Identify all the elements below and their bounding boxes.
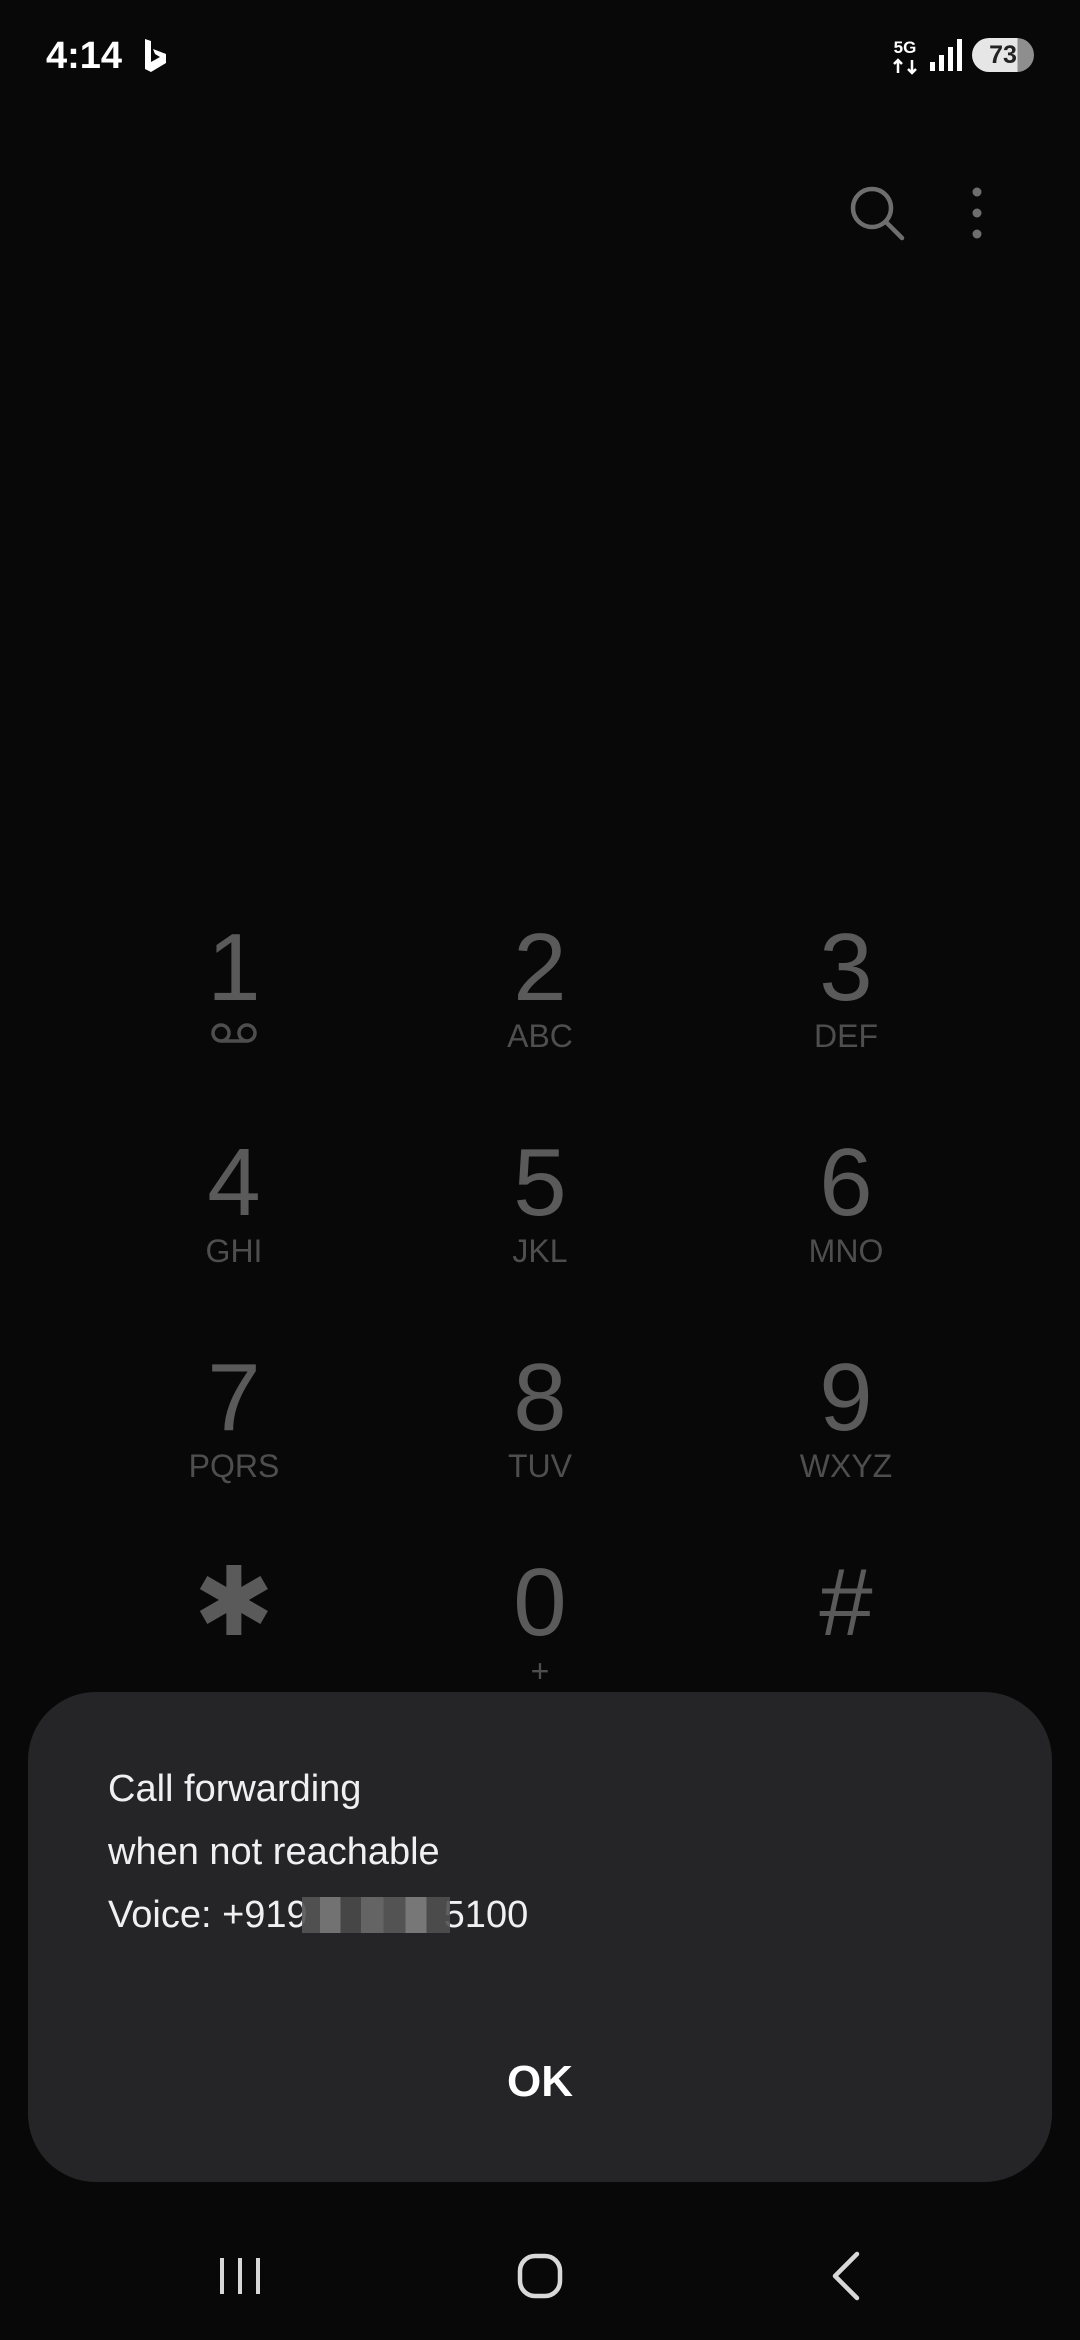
key-digit: 5 [513, 1129, 567, 1236]
key-digit: ✱ [193, 1549, 275, 1656]
signal-icon [930, 39, 962, 71]
key-letters: ABC [507, 1018, 573, 1054]
dialpad-key-1[interactable]: 1 [124, 920, 344, 1100]
dialpad-key-9[interactable]: 9 WXYZ [736, 1350, 956, 1530]
5g-icon: 5G [893, 38, 917, 75]
voice-number-suffix: 5100 [443, 1894, 529, 1936]
key-letters: JKL [512, 1233, 568, 1269]
key-digit: 0 [513, 1549, 567, 1656]
voicemail-icon [211, 1023, 257, 1043]
key-digit: 3 [819, 914, 873, 1021]
redacted-digits [301, 1897, 450, 1933]
more-vertical-icon[interactable] [942, 178, 1012, 248]
dialog-line-condition: when not reachable [108, 1831, 440, 1873]
key-letters: PQRS [188, 1448, 280, 1484]
battery-level: 73 [989, 41, 1017, 69]
recents-icon[interactable] [190, 2236, 290, 2316]
key-digit: # [819, 1549, 873, 1656]
home-icon[interactable] [490, 2236, 590, 2316]
key-letters: DEF [814, 1018, 878, 1054]
voice-number-prefix: Voice: +919 [108, 1894, 308, 1936]
key-digit: 8 [513, 1344, 567, 1451]
dialpad-key-4[interactable]: 4 GHI [124, 1135, 344, 1315]
back-icon[interactable] [795, 2236, 895, 2316]
key-digit: 9 [819, 1344, 873, 1451]
status-bar: 4:14 5G 73 [0, 0, 1080, 110]
key-letters: WXYZ [799, 1448, 893, 1484]
ok-button[interactable]: OK [440, 2042, 640, 2122]
dialpad-key-2[interactable]: 2 ABC [430, 920, 650, 1100]
dialpad-key-8[interactable]: 8 TUV [430, 1350, 650, 1530]
call-forwarding-dialog: Call forwarding when not reachable Voice… [28, 1692, 1052, 2182]
network-label: 5G [894, 38, 917, 57]
search-icon[interactable] [842, 178, 912, 248]
key-digit: 7 [207, 1344, 261, 1451]
battery-icon: 73 [972, 38, 1034, 72]
key-digit: 6 [819, 1129, 873, 1236]
phone-dialer-screen: 4:14 5G 73 1 2 ABC 3 DEF 4 GHI 5 JKL 6 M… [0, 0, 1080, 2340]
key-digit: 2 [513, 914, 567, 1021]
key-letters: GHI [205, 1233, 263, 1269]
dialpad-key-5[interactable]: 5 JKL [430, 1135, 650, 1315]
dialog-line-voice-number: Voice: +919 5100 [108, 1884, 528, 1947]
dialpad-key-6[interactable]: 6 MNO [736, 1135, 956, 1315]
dialpad-key-7[interactable]: 7 PQRS [124, 1350, 344, 1530]
dialog-message: Call forwarding when not reachable Voice… [108, 1758, 528, 1947]
key-letters: TUV [508, 1448, 572, 1484]
key-digit: 1 [207, 914, 261, 1021]
bing-icon [145, 39, 166, 72]
key-letters: + [530, 1653, 550, 1689]
dialpad-key-3[interactable]: 3 DEF [736, 920, 956, 1100]
dialog-line-title: Call forwarding [108, 1768, 362, 1810]
status-time: 4:14 [46, 35, 123, 77]
key-letters: MNO [808, 1233, 884, 1269]
key-digit: 4 [207, 1129, 261, 1236]
